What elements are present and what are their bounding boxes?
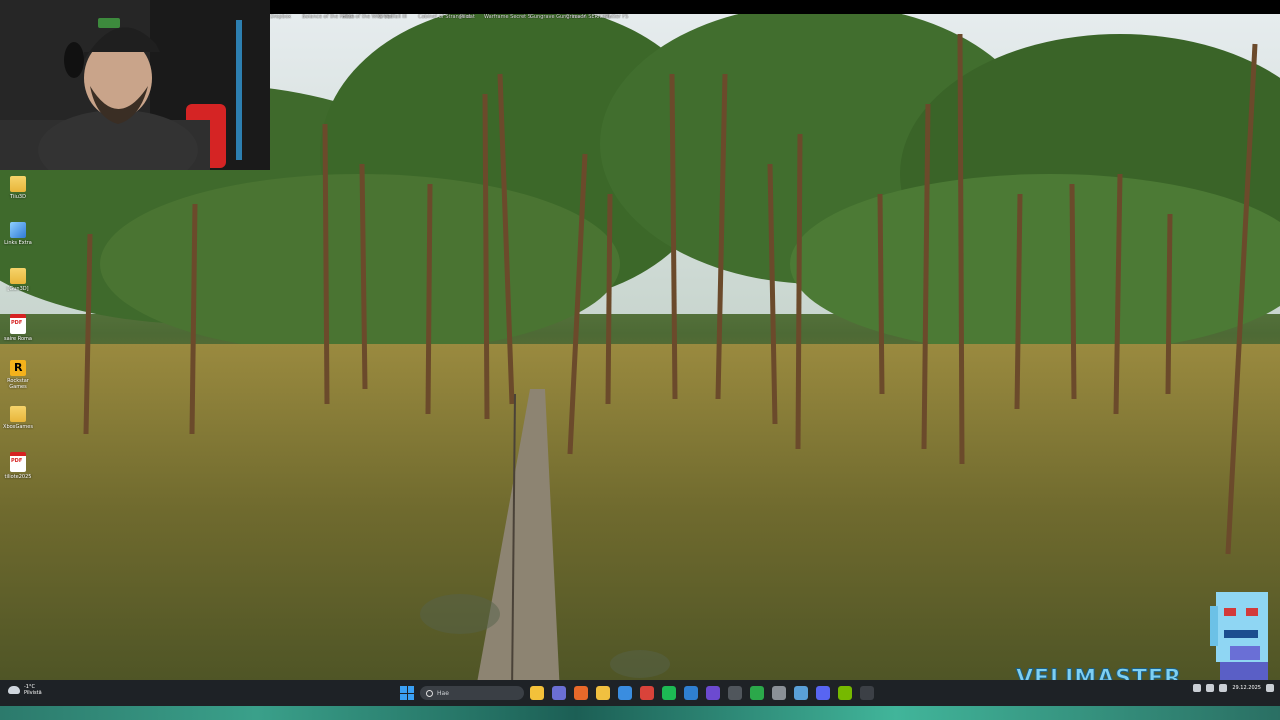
top-label[interactable]: Warframe Secret S [484, 14, 531, 20]
desktop-shortcut-label: Links Extra [4, 240, 32, 246]
desktop-shortcut-label: [Gun3D] [7, 286, 29, 292]
file-explorer-icon[interactable] [530, 686, 544, 700]
cloud-icon [8, 686, 20, 694]
top-label[interactable]: Pilot [460, 14, 471, 20]
search-placeholder: Hae [437, 689, 449, 697]
desktop-shortcut[interactable]: [Gun3D] [2, 264, 34, 310]
desktop-shortcut[interactable]: Links Extra [2, 218, 34, 264]
system-tray: 29.12.2025 [1193, 684, 1274, 692]
taskbar-center: Hae [400, 683, 874, 703]
notification-icon[interactable] [1266, 684, 1274, 692]
teams-icon[interactable] [552, 686, 566, 700]
spotify-icon[interactable] [662, 686, 676, 700]
rockstar-icon [10, 360, 26, 376]
weather-widget[interactable]: -1°C Pilvistä [8, 684, 42, 696]
windows-start-button[interactable] [400, 686, 414, 700]
xbox-icon[interactable] [750, 686, 764, 700]
taskbar: -1°C Pilvistä Hae 29.12.2025 [0, 680, 1280, 706]
desktop-shortcut-label: Rockstar Games [7, 378, 29, 390]
desktop-shortcut[interactable]: Rockstar Games [2, 356, 34, 402]
pinned-apps [530, 686, 874, 700]
obs-icon[interactable] [706, 686, 720, 700]
discord-icon[interactable] [816, 686, 830, 700]
taskbar-search[interactable]: Hae [420, 686, 524, 700]
network-icon[interactable] [1206, 684, 1215, 692]
folder-icon[interactable] [596, 686, 610, 700]
calculator-icon[interactable] [728, 686, 742, 700]
chrome-icon[interactable] [640, 686, 654, 700]
streamer-webcam-image [0, 0, 270, 170]
terminal-icon[interactable] [860, 686, 874, 700]
chevron-up-icon[interactable] [1193, 684, 1202, 692]
top-label[interactable]: Dropbox [270, 14, 291, 20]
volume-icon[interactable] [1219, 684, 1228, 692]
firefox-icon[interactable] [574, 686, 588, 700]
webcam-overlay [0, 0, 270, 170]
desktop-shortcut-label: XboxGames [3, 424, 33, 430]
store-icon[interactable] [618, 686, 632, 700]
pixel-mascot-logo [1210, 592, 1268, 682]
pdf-icon [10, 314, 26, 334]
search-icon [426, 689, 433, 697]
desktop-shortcut[interactable]: tiliote2025 [2, 448, 34, 494]
weather-description: Pilvistä [24, 690, 42, 696]
top-label[interactable]: Greedfall III [378, 14, 407, 20]
desktop-shortcut[interactable]: Tiiu3D [2, 172, 34, 218]
nvidia-icon[interactable] [838, 686, 852, 700]
windows-logo-icon [407, 693, 414, 700]
shortcut-icon [10, 222, 26, 238]
folder-icon [10, 406, 26, 422]
desktop-shortcut-label: Tiiu3D [10, 194, 26, 200]
top-label[interactable]: Slutter FS [604, 14, 628, 20]
desktop-shortcut-label: tiliote2025 [4, 474, 32, 480]
windows-logo-icon [400, 693, 407, 700]
tools-icon[interactable] [794, 686, 808, 700]
desktop-shortcut[interactable]: XboxGames [2, 402, 34, 448]
desktop-icon-column: Tiiu3D Links Extra [Gun3D] saire Roma Ro… [2, 172, 34, 494]
desktop-shortcut[interactable]: saire Roma [2, 310, 34, 356]
windows-logo-icon [407, 686, 414, 693]
windows-logo-icon [400, 686, 407, 693]
pdf-icon [10, 452, 26, 472]
desktop-shortcut-label: saire Roma [4, 336, 32, 342]
folder-icon [10, 268, 26, 284]
clock-date: 29.12.2025 [1232, 685, 1261, 691]
settings-icon[interactable] [772, 686, 786, 700]
stream-overlay-strip [0, 706, 1280, 720]
clock[interactable]: 29.12.2025 [1232, 685, 1261, 691]
steam-icon[interactable] [684, 686, 698, 700]
folder-icon [10, 176, 26, 192]
